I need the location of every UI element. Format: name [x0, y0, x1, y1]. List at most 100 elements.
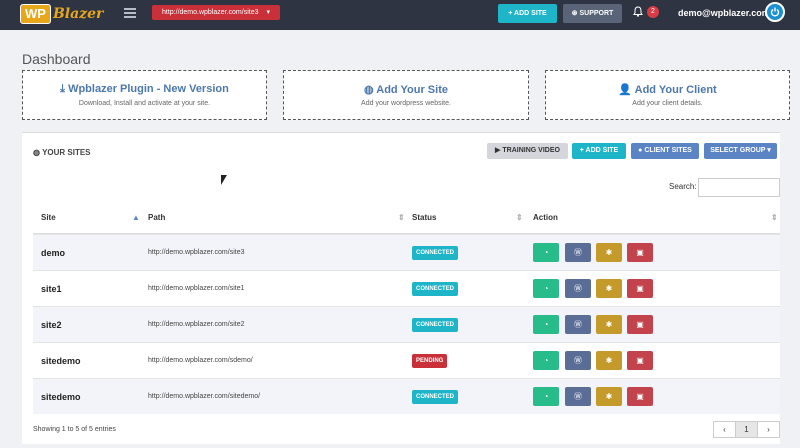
wordpress-icon: Ⓦ: [574, 392, 582, 401]
table-row: sitedemo http://demo.wpblazer.com/sitede…: [33, 378, 780, 414]
column-header-path[interactable]: Path: [148, 213, 165, 222]
add-client-card[interactable]: 👤 Add Your Client Add your client detail…: [545, 70, 790, 120]
site-name[interactable]: site2: [41, 320, 62, 330]
dashboard-button[interactable]: ◔: [533, 315, 559, 334]
training-video-button[interactable]: ▶ TRAINING VIDEO: [487, 143, 568, 159]
delete-button[interactable]: ▣: [627, 315, 653, 334]
settings-button[interactable]: ✱: [596, 351, 622, 370]
site-path: http://demo.wpblazer.com/site1: [148, 285, 245, 292]
select-group-label: SELECT GROUP: [710, 147, 766, 154]
table-row: sitedemo http://demo.wpblazer.com/sdemo/…: [33, 342, 780, 378]
wordpress-button[interactable]: Ⓦ: [565, 387, 591, 406]
wordpress-button[interactable]: Ⓦ: [565, 315, 591, 334]
dashboard-icon: ◔: [543, 356, 549, 365]
status-badge: CONNECTED: [412, 282, 459, 296]
wordpress-button[interactable]: Ⓦ: [565, 243, 591, 262]
settings-button[interactable]: ✱: [596, 243, 622, 262]
training-video-label: TRAINING VIDEO: [502, 147, 560, 154]
select-group-dropdown[interactable]: SELECT GROUP ▾: [704, 143, 777, 159]
gear-icon: ✱: [605, 248, 613, 257]
settings-button[interactable]: ✱: [596, 387, 622, 406]
your-sites-panel: ◍ YOUR SITES ▶ TRAINING VIDEO + ADD SITE…: [22, 132, 780, 444]
gear-icon: ✱: [605, 320, 613, 329]
sort-icon[interactable]: ⇕: [516, 213, 523, 222]
site-name[interactable]: sitedemo: [41, 356, 81, 366]
support-label: SUPPORT: [579, 10, 614, 17]
settings-button[interactable]: ✱: [596, 279, 622, 298]
wordpress-icon: Ⓦ: [574, 248, 582, 257]
wordpress-icon: Ⓦ: [574, 284, 582, 293]
site-name[interactable]: demo: [41, 248, 65, 258]
trash-icon: ▣: [636, 284, 644, 293]
dashboard-button[interactable]: ◔: [533, 243, 559, 262]
dashboard-button[interactable]: ◔: [533, 351, 559, 370]
page-1-button[interactable]: 1: [736, 422, 758, 437]
add-site-card[interactable]: ◍ Add Your Site Add your wordpress websi…: [283, 70, 529, 120]
delete-button[interactable]: ▣: [627, 387, 653, 406]
delete-button[interactable]: ▣: [627, 243, 653, 262]
panel-title: ◍ YOUR SITES: [33, 148, 91, 157]
bell-icon[interactable]: [633, 6, 643, 20]
table-info: Showing 1 to 5 of 5 entries: [33, 426, 116, 433]
wpblazer-logo[interactable]: WP Blazer: [20, 4, 103, 24]
panel-title-text: YOUR SITES: [42, 148, 91, 157]
trash-icon: ▣: [636, 356, 644, 365]
globe-icon: ◍: [33, 148, 43, 157]
dashboard-icon: ◔: [543, 248, 549, 257]
gear-icon: ✱: [605, 356, 613, 365]
wordpress-icon: Ⓦ: [574, 356, 582, 365]
chevron-down-icon: ▾: [266, 9, 270, 16]
client-sites-button[interactable]: ● CLIENT SITES: [631, 143, 699, 159]
next-page-button[interactable]: ›: [758, 422, 779, 437]
card-title: Add Your Site: [376, 84, 448, 96]
dashboard-button[interactable]: ◔: [533, 279, 559, 298]
status-badge: CONNECTED: [412, 318, 459, 332]
site-url-select-value: http://demo.wpblazer.com/site3: [162, 9, 259, 16]
card-subtitle: Add your wordpress website.: [361, 100, 451, 107]
wordpress-button[interactable]: Ⓦ: [565, 351, 591, 370]
column-header-status[interactable]: Status: [412, 213, 436, 222]
top-add-site-button[interactable]: + ADD SITE: [498, 4, 557, 23]
dashboard-button[interactable]: ◔: [533, 387, 559, 406]
site-path: http://demo.wpblazer.com/site3: [148, 249, 245, 256]
column-header-site[interactable]: Site: [41, 213, 56, 222]
delete-button[interactable]: ▣: [627, 351, 653, 370]
site-path: http://demo.wpblazer.com/sitedemo/: [148, 393, 261, 400]
search-input[interactable]: [698, 178, 780, 197]
trash-icon: ▣: [636, 248, 644, 257]
plugin-download-card[interactable]: ⤓ Wpblazer Plugin - New Version Download…: [22, 70, 267, 120]
sort-asc-icon[interactable]: ▲: [132, 213, 140, 222]
table-row: demo http://demo.wpblazer.com/site3 CONN…: [33, 234, 780, 270]
site-url-select[interactable]: http://demo.wpblazer.com/site3 ▾: [152, 5, 280, 20]
sort-icon[interactable]: ⇕: [771, 213, 778, 222]
logo-wp-mark: WP: [20, 4, 51, 24]
settings-button[interactable]: ✱: [596, 315, 622, 334]
power-icon[interactable]: [765, 2, 785, 22]
site-path: http://demo.wpblazer.com/site2: [148, 321, 245, 328]
wordpress-button[interactable]: Ⓦ: [565, 279, 591, 298]
card-title: Wpblazer Plugin - New Version: [68, 83, 229, 95]
site-name[interactable]: site1: [41, 284, 62, 294]
table-row: site2 http://demo.wpblazer.com/site2 CON…: [33, 306, 780, 342]
sort-icon[interactable]: ⇕: [398, 213, 405, 222]
delete-button[interactable]: ▣: [627, 279, 653, 298]
logo-wordmark: Blazer: [52, 6, 104, 22]
chevron-down-icon: ▾: [765, 147, 771, 154]
column-header-action[interactable]: Action: [533, 213, 558, 222]
card-title: Add Your Client: [634, 84, 717, 96]
status-badge: CONNECTED: [412, 390, 459, 404]
add-site-button[interactable]: + ADD SITE: [572, 143, 626, 159]
dashboard-icon: ◔: [543, 392, 549, 401]
hamburger-menu-icon[interactable]: [124, 8, 136, 18]
site-name[interactable]: sitedemo: [41, 392, 81, 402]
dashboard-icon: ◔: [543, 284, 549, 293]
user-email[interactable]: demo@wpblazer.com: [678, 8, 770, 18]
prev-page-button[interactable]: ‹: [714, 422, 736, 437]
dashboard-icon: ◔: [543, 320, 549, 329]
support-button[interactable]: ⊛ SUPPORT: [563, 4, 622, 23]
trash-icon: ▣: [636, 392, 644, 401]
pagination: ‹ 1 ›: [713, 421, 780, 438]
mouse-cursor-icon: [221, 175, 227, 185]
globe-icon: ◍: [364, 84, 377, 96]
top-add-site-label: ADD SITE: [514, 10, 547, 17]
